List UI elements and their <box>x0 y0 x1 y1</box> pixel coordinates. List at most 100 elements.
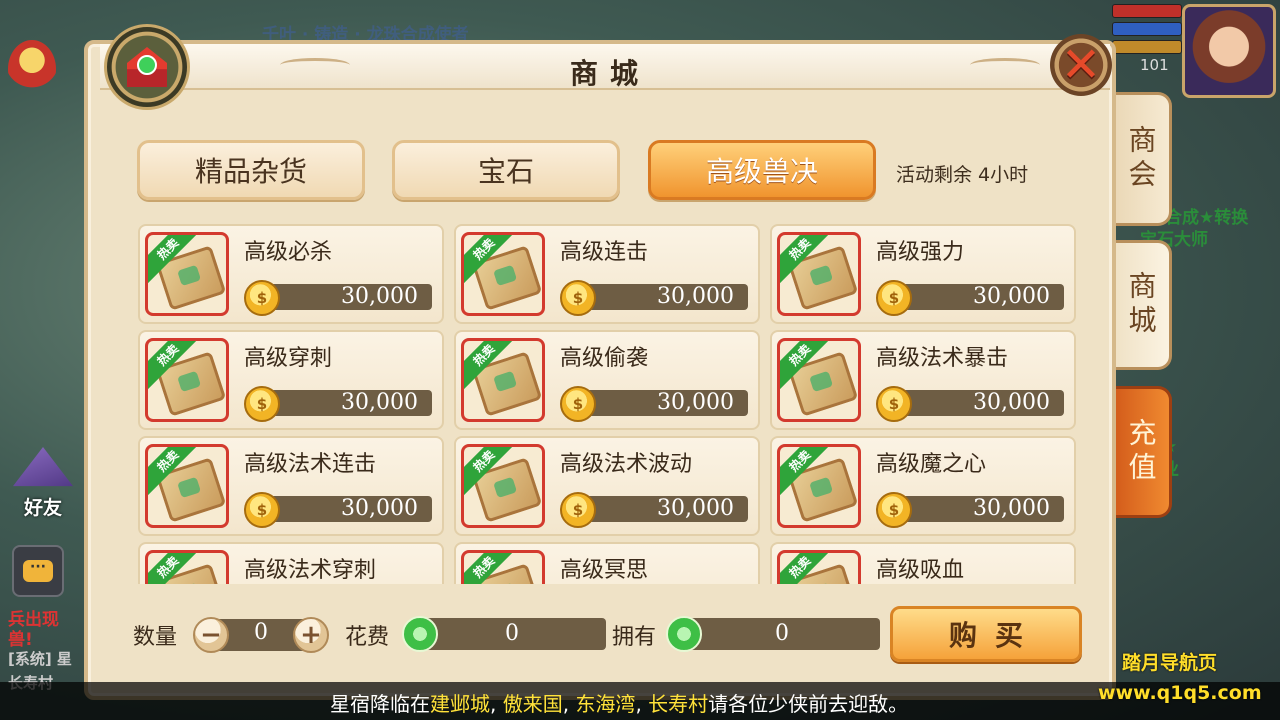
gold-coin-icon: $ <box>560 492 596 528</box>
notice-separator: , <box>490 692 503 716</box>
item-price: 30,000 <box>902 284 1064 310</box>
jade-currency-icon <box>666 616 702 652</box>
chat-line: [系统] 星 <box>8 650 72 668</box>
item-name: 高级法术连击 <box>244 452 377 477</box>
player-avatar[interactable] <box>1182 4 1276 98</box>
quantity-label: 数量 <box>133 625 178 650</box>
item-name: 高级法术波动 <box>560 452 693 477</box>
watermark-url: www.q1q5.com <box>1098 682 1262 704</box>
chat-line: 兽! <box>8 630 33 650</box>
item-name: 高级偷袭 <box>560 346 649 371</box>
owned-value: 0 <box>684 618 880 650</box>
skill-scroll-icon: 热卖 <box>777 338 861 422</box>
skill-scroll-icon: 热卖 <box>461 338 545 422</box>
skill-scroll-icon: 热卖 <box>461 444 545 528</box>
close-button[interactable]: ✕ <box>1050 34 1112 96</box>
shop-item-card[interactable]: 热卖 高级法术波动 30,000 $ <box>454 436 760 536</box>
skill-scroll-icon: 热卖 <box>145 550 229 584</box>
skill-scroll-icon: 热卖 <box>777 550 861 584</box>
gold-coin-icon: $ <box>876 386 912 422</box>
item-name: 高级吸血 <box>876 558 965 583</box>
item-name: 高级冥思 <box>560 558 649 583</box>
cost-label: 花费 <box>345 625 390 650</box>
shop-item-card[interactable]: 热卖 高级强力 30,000 $ <box>770 224 1076 324</box>
item-name: 高级强力 <box>876 240 965 265</box>
skill-scroll-icon: 热卖 <box>145 338 229 422</box>
item-name: 高级法术穿刺 <box>244 558 377 583</box>
buy-button[interactable]: 购买 <box>890 606 1082 662</box>
increase-button[interactable]: + <box>293 617 329 653</box>
notice-place: 长寿村 <box>648 692 709 716</box>
friends-label: 好友 <box>23 497 62 519</box>
skill-scroll-icon: 热卖 <box>777 444 861 528</box>
shop-item-card[interactable]: 热卖 高级穿刺 30,000 $ <box>138 330 444 430</box>
shop-item-card[interactable]: 热卖 高级必杀 30,000 $ <box>138 224 444 324</box>
page-title: 商城 <box>569 57 650 90</box>
shop-item-card[interactable]: 热卖 高级法术暴击 30,000 $ <box>770 330 1076 430</box>
item-name: 高级魔之心 <box>876 452 987 477</box>
tab-general-goods[interactable]: 精品杂货 <box>137 140 365 200</box>
skill-scroll-icon: 热卖 <box>145 444 229 528</box>
item-price: 30,000 <box>586 284 748 310</box>
item-name: 高级穿刺 <box>244 346 333 371</box>
shop-item-card[interactable]: 热卖 高级法术穿刺 <box>138 542 444 584</box>
gold-coin-icon: $ <box>244 280 280 316</box>
item-price: 30,000 <box>902 390 1064 416</box>
item-grid: 热卖 高级必杀 30,000 $ 热卖 高级连击 30,000 $ 热卖 高级强力 30,000 $ 热… <box>138 224 1080 584</box>
item-name: 高级必杀 <box>244 240 333 265</box>
player-level: 101 <box>1140 56 1169 74</box>
item-name: 高级连击 <box>560 240 649 265</box>
shop-item-card[interactable]: 热卖 高级偷袭 30,000 $ <box>454 330 760 430</box>
player-hud[interactable]: 101 <box>1110 0 1280 100</box>
cost-value: 0 <box>418 618 606 650</box>
skill-scroll-icon: 热卖 <box>145 232 229 316</box>
notice-place: 建邺城 <box>430 692 490 716</box>
shop-item-card[interactable]: 热卖 高级冥思 <box>454 542 760 584</box>
notice-place: 傲来国 <box>502 692 563 716</box>
exp-bar <box>1112 40 1182 54</box>
jade-currency-icon <box>402 616 438 652</box>
fortune-god-icon[interactable] <box>8 40 56 98</box>
chat-bubble-icon: ··· <box>23 560 53 582</box>
shop-icon <box>104 24 190 110</box>
shop-item-card[interactable]: 热卖 高级法术连击 30,000 $ <box>138 436 444 536</box>
title-ornament-left <box>280 58 350 72</box>
item-price: 30,000 <box>270 496 432 522</box>
shop-roof-icon <box>127 47 167 87</box>
notice-place: 东海湾 <box>575 692 636 716</box>
hp-bar <box>1112 4 1182 18</box>
friends-hat-icon <box>13 447 73 487</box>
skill-scroll-icon: 热卖 <box>461 550 545 584</box>
owned-label: 拥有 <box>612 625 657 650</box>
skill-scroll-icon: 热卖 <box>777 232 861 316</box>
item-price: 30,000 <box>902 496 1064 522</box>
item-name: 高级法术暴击 <box>876 346 1009 371</box>
quantity-value[interactable]: 0 <box>226 620 296 645</box>
gold-coin-icon: $ <box>876 280 912 316</box>
gold-coin-icon: $ <box>244 492 280 528</box>
event-timer: 活动剩余 4小时 <box>896 164 1029 186</box>
tab-advanced-pet-skills[interactable]: 高级兽决 <box>648 140 876 200</box>
notice-separator: , <box>562 692 576 716</box>
notice-suffix: 请各位少侠前去迎敌。 <box>708 692 909 716</box>
gold-coin-icon: $ <box>560 386 596 422</box>
chat-button[interactable]: ··· <box>12 545 64 597</box>
shop-item-card[interactable]: 热卖 高级连击 30,000 $ <box>454 224 760 324</box>
friends-button[interactable]: 好友 <box>10 440 76 520</box>
watermark-title: 踏月导航页 <box>1122 652 1218 674</box>
notice-separator: , <box>635 692 649 716</box>
item-price: 30,000 <box>586 390 748 416</box>
shop-item-card[interactable]: 热卖 高级魔之心 30,000 $ <box>770 436 1076 536</box>
gold-coin-icon: $ <box>560 280 596 316</box>
gold-coin-icon: $ <box>876 492 912 528</box>
shop-item-card[interactable]: 热卖 高级吸血 <box>770 542 1076 584</box>
side-tab-chamber[interactable]: 商会 <box>1112 92 1172 226</box>
skill-scroll-icon: 热卖 <box>461 232 545 316</box>
side-tab-recharge[interactable]: 充值 <box>1112 386 1172 518</box>
item-price: 30,000 <box>586 496 748 522</box>
mp-bar <box>1112 22 1182 36</box>
side-tab-mall[interactable]: 商城 <box>1112 240 1172 370</box>
tab-gems[interactable]: 宝石 <box>392 140 620 200</box>
system-notice: 星宿降临在建邺城, 傲来国, 东海湾, 长寿村请各位少侠前去迎敌。 <box>330 688 908 717</box>
decrease-button[interactable]: − <box>193 617 229 653</box>
